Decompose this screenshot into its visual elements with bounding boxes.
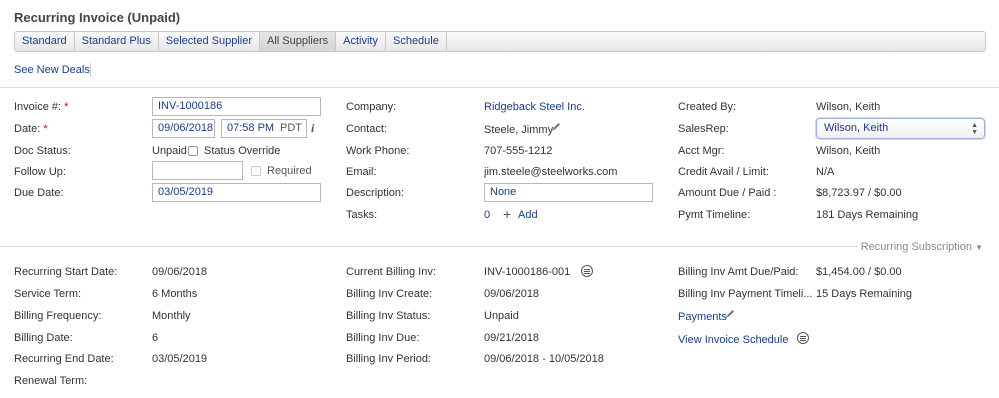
service-term-value: 6 Months — [152, 288, 198, 300]
tab-bar: Standard Standard Plus Selected Supplier… — [14, 31, 986, 52]
recurring-subscription-toggle[interactable]: Recurring Subscription ▼ — [861, 241, 983, 253]
required-checkbox[interactable] — [251, 166, 261, 176]
created-by-label: Created By: — [678, 101, 737, 113]
tasks-count[interactable]: 0 — [484, 209, 490, 221]
billing-date-label: Billing Date: — [14, 332, 73, 344]
billing-date-value: 6 — [152, 332, 159, 344]
list-icon[interactable] — [581, 265, 593, 277]
due-date-label: Due Date: — [14, 187, 64, 199]
page-title: Recurring Invoice (Unpaid) — [14, 10, 181, 25]
current-billing-inv-value: INV-1000186-001 — [484, 266, 571, 278]
credit-label: Credit Avail / Limit: — [678, 166, 769, 178]
billing-inv-due-label: Billing Inv Due: — [346, 332, 420, 344]
view-invoice-schedule-link[interactable]: View Invoice Schedule — [678, 334, 788, 346]
divider — [0, 87, 999, 88]
acct-mgr-label: Acct Mgr: — [678, 145, 725, 157]
created-by-value: Wilson, Keith — [816, 101, 881, 113]
time-input[interactable]: 07:58 PM PDT — [221, 119, 307, 138]
renewal-term-label: Renewal Term: — [14, 375, 88, 387]
plus-icon[interactable]: + — [503, 206, 511, 222]
follow-up-label: Follow Up: — [14, 166, 66, 178]
timezone-label: PDT — [280, 122, 302, 134]
pymt-timeline-value: 181 Days Remaining — [816, 209, 919, 221]
list-icon[interactable] — [797, 332, 810, 344]
required-label: Required — [267, 165, 312, 177]
divider — [90, 63, 91, 76]
billing-inv-create-label: Billing Inv Create: — [346, 288, 433, 300]
work-phone-value: 707-555-1212 — [484, 145, 553, 157]
payments-link[interactable]: Payments — [678, 311, 727, 323]
billing-inv-create-value: 09/06/2018 — [484, 288, 540, 300]
credit-value: N/A — [816, 166, 835, 178]
salesrep-selected-value: Wilson, Keith — [824, 122, 889, 134]
doc-status-value: Unpaid — [152, 145, 187, 157]
billing-inv-timeline-value: 15 Days Remaining — [816, 288, 912, 300]
tab-selected-supplier[interactable]: Selected Supplier — [159, 32, 260, 51]
description-label: Description: — [346, 187, 405, 199]
invoice-number-input[interactable]: INV-1000186 — [152, 97, 321, 116]
company-label: Company: — [346, 101, 397, 113]
salesrep-label: SalesRep: — [678, 123, 729, 135]
recurring-end-label: Recurring End Date: — [14, 353, 114, 365]
follow-up-input[interactable] — [152, 161, 243, 180]
tab-activity[interactable]: Activity — [336, 32, 386, 51]
billing-inv-period-value: 09/06/2018 - 10/05/2018 — [484, 353, 604, 365]
contact-label: Contact: — [346, 123, 387, 135]
billing-inv-amt-label: Billing Inv Amt Due/Paid: — [678, 266, 799, 278]
billing-inv-due-value: 09/21/2018 — [484, 332, 540, 344]
date-input[interactable]: 09/06/2018 — [152, 119, 215, 138]
recurring-start-value: 09/06/2018 — [152, 266, 208, 278]
amount-label: Amount Due / Paid : — [678, 187, 777, 199]
email-value[interactable]: jim.steele@steelworks.com — [484, 166, 617, 178]
billing-inv-timeline-label: Billing Inv Payment Timeli... — [678, 288, 813, 300]
status-override-checkbox[interactable] — [188, 146, 198, 156]
billing-frequency-value: Monthly — [152, 310, 191, 322]
billing-inv-period-label: Billing Inv Period: — [346, 353, 431, 365]
contact-value: Steele, Jimmy — [484, 124, 554, 136]
billing-frequency-label: Billing Frequency: — [14, 310, 102, 322]
tab-standard[interactable]: Standard — [15, 32, 75, 51]
acct-mgr-value: Wilson, Keith — [816, 145, 881, 157]
billing-inv-status-value: Unpaid — [484, 310, 519, 322]
divider — [0, 246, 858, 247]
add-task-link[interactable]: Add — [518, 209, 538, 221]
doc-status-label: Doc Status: — [14, 145, 71, 157]
status-override-label: Status Override — [204, 145, 281, 157]
tasks-label: Tasks: — [346, 209, 378, 221]
due-date-input[interactable]: 03/05/2019 — [152, 183, 321, 202]
required-marker: * — [43, 123, 48, 135]
email-label: Email: — [346, 166, 377, 178]
description-input[interactable]: None — [484, 183, 653, 202]
edit-pencil-icon[interactable] — [725, 308, 736, 322]
tab-schedule[interactable]: Schedule — [386, 32, 447, 51]
info-icon[interactable]: i — [311, 121, 314, 136]
tab-all-suppliers[interactable]: All Suppliers — [260, 32, 337, 51]
date-label: Date: * — [14, 123, 48, 135]
required-marker: * — [64, 101, 69, 113]
amount-value: $8,723.97 / $0.00 — [816, 187, 902, 199]
billing-inv-amt-value: $1,454.00 / $0.00 — [816, 266, 902, 278]
current-billing-inv-label: Current Billing Inv: — [346, 266, 436, 278]
section-title: Recurring Subscription — [860, 241, 973, 253]
billing-inv-status-label: Billing Inv Status: — [346, 310, 431, 322]
recurring-start-label: Recurring Start Date: — [14, 266, 118, 278]
select-arrows-icon: ▲ ▼ — [971, 122, 978, 136]
work-phone-label: Work Phone: — [346, 145, 410, 157]
recurring-end-value: 03/05/2019 — [152, 353, 208, 365]
pymt-timeline-label: Pymt Timeline: — [678, 209, 751, 221]
tab-standard-plus[interactable]: Standard Plus — [75, 32, 159, 51]
service-term-label: Service Term: — [14, 288, 82, 300]
invoice-number-label: Invoice #: * — [14, 101, 69, 113]
see-new-deals-link[interactable]: See New Deals — [14, 64, 90, 76]
edit-pencil-icon[interactable] — [551, 121, 562, 135]
salesrep-select[interactable]: Wilson, Keith ▲ ▼ — [816, 118, 985, 139]
company-link[interactable]: Ridgeback Steel Inc. — [484, 101, 585, 113]
chevron-down-icon: ▼ — [975, 243, 983, 252]
